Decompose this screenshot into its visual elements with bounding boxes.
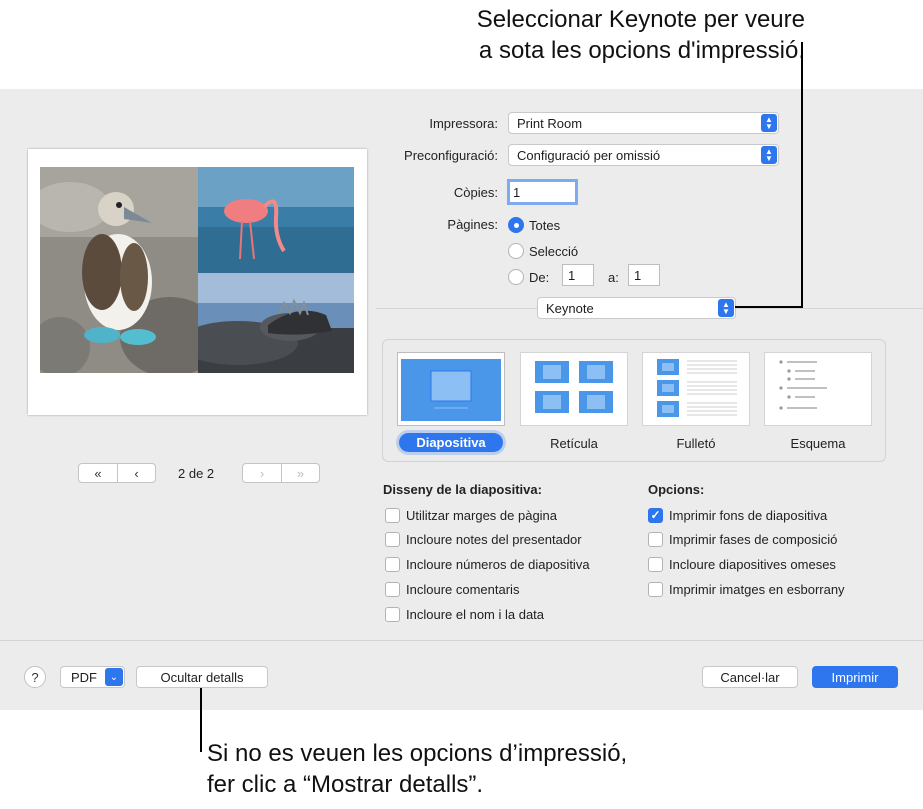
- preview-forward-controls: › »: [242, 463, 320, 483]
- printer-value: Print Room: [517, 115, 583, 131]
- layout-outline-thumbnail[interactable]: [764, 352, 872, 426]
- updown-chevron-icon: ▲ ▼: [761, 146, 777, 164]
- photo-flamingo: [198, 167, 354, 273]
- print-build-stages-label: Imprimir fases de composició: [669, 532, 838, 547]
- pages-to-label: a:: [608, 270, 619, 285]
- outline-layout-icon: [779, 360, 827, 410]
- include-skipped-slides-checkbox[interactable]: [648, 557, 663, 572]
- include-name-date-checkbox[interactable]: [385, 607, 400, 622]
- footer-separator: [0, 640, 923, 641]
- pages-all-radio[interactable]: [508, 217, 524, 233]
- callout-bottom-line-2: fer clic a “Mostrar detalls”.: [207, 771, 484, 798]
- layout-grid-thumbnail[interactable]: [520, 352, 628, 426]
- layout-grid-label[interactable]: Retícula: [519, 436, 629, 451]
- last-page-button[interactable]: »: [281, 464, 319, 482]
- options-title: Opcions:: [648, 482, 705, 497]
- copies-label: Còpies:: [453, 185, 498, 200]
- layout-outline-label[interactable]: Esquema: [763, 436, 873, 451]
- pages-range-radio[interactable]: [508, 269, 524, 285]
- print-preview-page: [28, 149, 367, 415]
- handout-layout-icon: [657, 359, 737, 417]
- print-draft-images-label: Imprimir imatges en esborrany: [669, 582, 845, 597]
- next-page-button[interactable]: ›: [243, 464, 281, 482]
- layout-slide-thumbnail[interactable]: [397, 352, 505, 426]
- callout-top-line-2: a sota les opcions d'impressió.: [478, 37, 805, 64]
- slide-layout-icon: [401, 359, 501, 421]
- callout-top-line-vertical: [801, 42, 803, 307]
- app-options-value: Keynote: [546, 300, 594, 316]
- pages-selection-label: Selecció: [529, 244, 579, 259]
- callout-select-keynote: Seleccionar Keynote per veure a sota les…: [300, 4, 805, 66]
- layout-slide-label[interactable]: Diapositiva: [399, 433, 503, 452]
- use-page-margins-checkbox[interactable]: [385, 508, 400, 523]
- cancel-button[interactable]: Cancel·lar: [702, 666, 798, 688]
- callout-bottom-line-vertical: [200, 688, 202, 752]
- print-slide-backgrounds-checkbox[interactable]: ✓: [648, 508, 663, 523]
- use-page-margins-label: Utilitzar marges de pàgina: [406, 508, 558, 523]
- pdf-label: PDF: [71, 669, 97, 685]
- pages-all-label: Totes: [529, 218, 561, 233]
- previous-page-button[interactable]: ‹: [117, 464, 155, 482]
- include-presenter-notes-label: Incloure notes del presentador: [406, 532, 582, 547]
- slide-design-title: Disseny de la diapositiva:: [383, 482, 542, 497]
- pdf-menu-button[interactable]: PDF ⌄: [60, 666, 125, 688]
- preset-select[interactable]: Configuració per omissió ▲ ▼: [508, 144, 779, 166]
- app-options-select[interactable]: Keynote ▲ ▼: [537, 297, 736, 319]
- preset-value: Configuració per omissió: [517, 147, 661, 163]
- print-draft-images-checkbox[interactable]: [648, 582, 663, 597]
- include-presenter-notes-checkbox[interactable]: [385, 532, 400, 547]
- copies-field[interactable]: 1: [507, 179, 578, 205]
- page-indicator: 2 de 2: [178, 466, 215, 481]
- photo-booby: [40, 167, 198, 373]
- callout-bottom-line-1: Si no es veuen les opcions d’impressió,: [207, 740, 628, 767]
- preview-back-controls: « ‹: [78, 463, 156, 483]
- chevron-down-icon: ⌄: [105, 668, 123, 686]
- printer-label: Impressora:: [429, 116, 498, 131]
- preset-label: Preconfiguració:: [404, 148, 498, 163]
- pages-to-field[interactable]: 1: [628, 264, 660, 286]
- layout-selector: Diapositiva Retícula Fulletó Esquema: [382, 339, 886, 462]
- callout-top-line-1: Seleccionar Keynote per veure: [476, 6, 805, 33]
- grid-layout-icon: [535, 361, 613, 413]
- updown-chevron-icon: ▲ ▼: [718, 299, 734, 317]
- pages-label: Pàgines:: [447, 217, 498, 232]
- print-build-stages-checkbox[interactable]: [648, 532, 663, 547]
- pages-from-label: De:: [529, 270, 550, 285]
- include-slide-numbers-label: Incloure números de diapositiva: [406, 557, 590, 572]
- pages-from-field[interactable]: 1: [562, 264, 594, 286]
- callout-top-line-horizontal: [735, 306, 803, 308]
- hide-details-button[interactable]: Ocultar detalls: [136, 666, 268, 688]
- first-page-button[interactable]: «: [79, 464, 117, 482]
- print-slide-backgrounds-label: Imprimir fons de diapositiva: [669, 508, 828, 523]
- include-slide-numbers-checkbox[interactable]: [385, 557, 400, 572]
- pages-selection-radio[interactable]: [508, 243, 524, 259]
- include-comments-checkbox[interactable]: [385, 582, 400, 597]
- include-name-date-label: Incloure el nom i la data: [406, 607, 545, 622]
- include-skipped-slides-label: Incloure diapositives omeses: [669, 557, 836, 572]
- print-dialog: « ‹ 2 de 2 › » Impressora: Print Room ▲ ▼…: [0, 89, 923, 710]
- print-button[interactable]: Imprimir: [812, 666, 898, 688]
- help-button[interactable]: ?: [24, 666, 46, 688]
- printer-select[interactable]: Print Room ▲ ▼: [508, 112, 779, 134]
- callout-show-details: Si no es veuen les opcions d’impressió, …: [207, 738, 767, 800]
- include-comments-label: Incloure comentaris: [406, 582, 520, 597]
- layout-handout-thumbnail[interactable]: [642, 352, 750, 426]
- photo-iguana: [198, 273, 354, 373]
- updown-chevron-icon: ▲ ▼: [761, 114, 777, 132]
- layout-handout-label[interactable]: Fulletó: [641, 436, 751, 451]
